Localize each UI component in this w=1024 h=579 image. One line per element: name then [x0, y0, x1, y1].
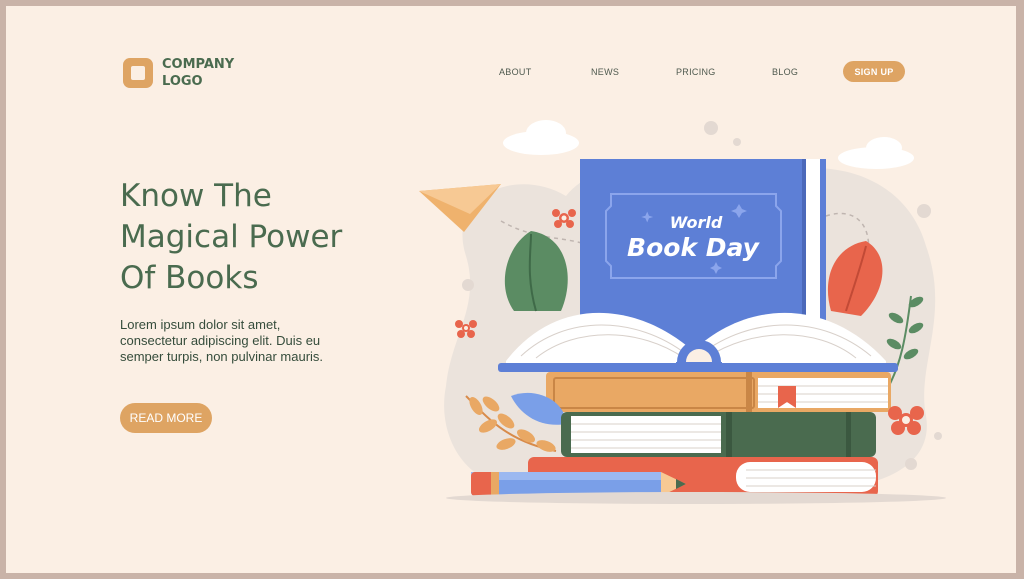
hero-description: Lorem ipsum dolor sit amet, consectetur … — [120, 317, 400, 365]
hero-description-line-1: Lorem ipsum dolor sit amet, — [120, 317, 281, 332]
hero-description-line-3: semper turpis, non pulvinar mauris. — [120, 349, 324, 364]
book-cover-world: World — [670, 213, 723, 232]
hero-description-line-2: consectetur adipiscing elit. Duis eu — [120, 333, 321, 348]
book-cover-book-day: Book Day — [627, 233, 761, 262]
hero-title: Know The Magical Power Of Books — [120, 176, 450, 299]
hero-title-line-3: Of Books — [120, 260, 259, 296]
read-more-button[interactable]: READ MORE — [120, 403, 212, 433]
orange-book — [546, 372, 891, 412]
nav-about-link[interactable]: ABOUT — [499, 67, 532, 77]
book-stack-illustration: World Book Day — [419, 120, 946, 504]
nav-news-link[interactable]: NEWS — [591, 67, 619, 77]
hero-title-line-1: Know The — [120, 178, 272, 214]
landing-page: COMPANY LOGO ABOUT NEWS PRICING BLOG SIG… — [6, 6, 1016, 573]
nav-blog-link[interactable]: BLOG — [772, 67, 798, 77]
sign-up-button[interactable]: SIGN UP — [843, 61, 905, 82]
green-book — [561, 412, 876, 457]
nav-pricing-link[interactable]: PRICING — [676, 67, 716, 77]
hero-title-line-2: Magical Power — [120, 219, 343, 255]
